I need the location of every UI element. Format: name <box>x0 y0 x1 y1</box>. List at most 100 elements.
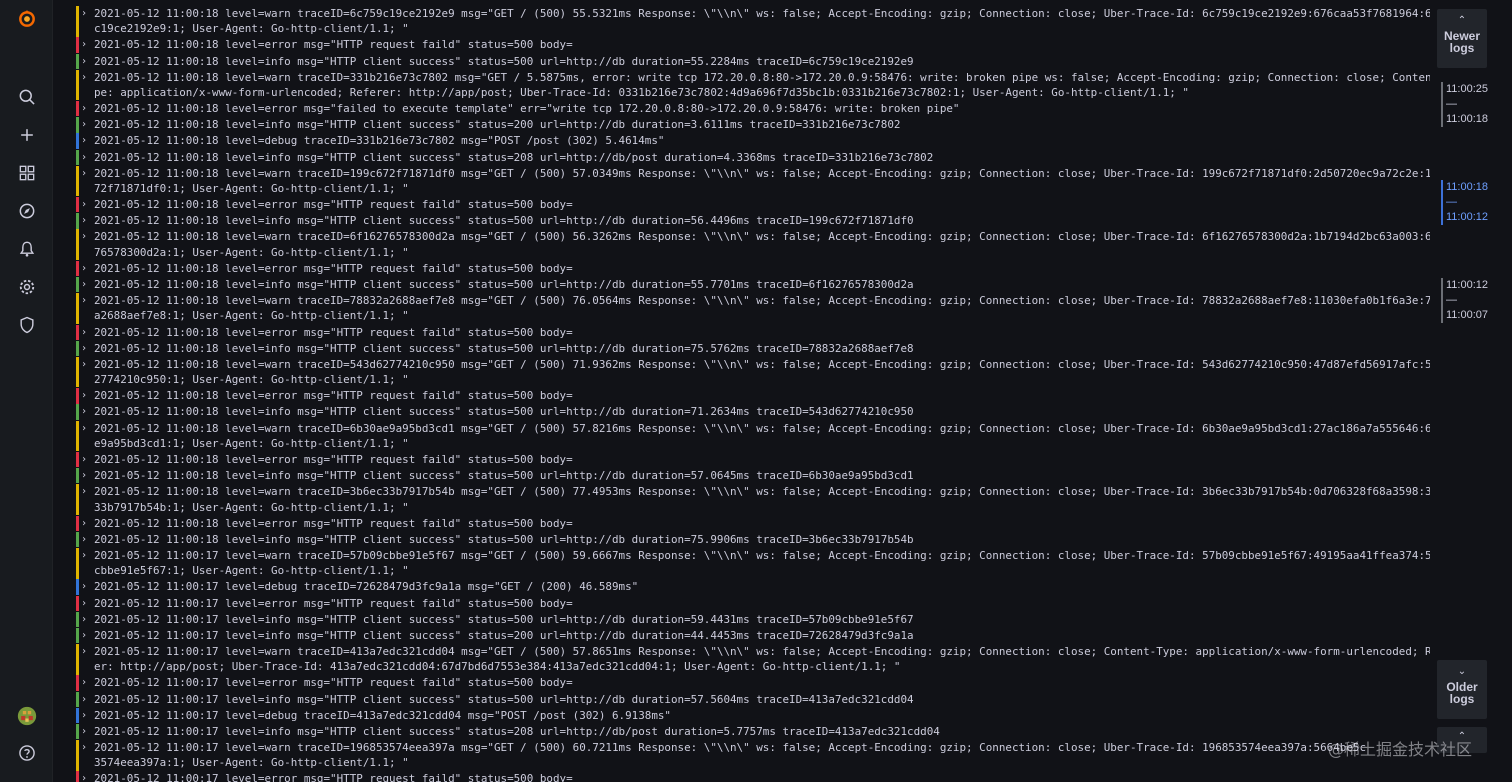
log-row[interactable]: › 2021-05-12 11:00:18 level=info msg="HTT… <box>76 53 1430 69</box>
log-row[interactable]: › 2021-05-12 11:00:17 level=error msg="HT… <box>76 595 1430 611</box>
log-row[interactable]: › 2021-05-12 11:00:17 level=error msg="HT… <box>76 675 1430 691</box>
chevron-right-icon[interactable]: › <box>81 101 91 116</box>
log-row[interactable]: › 2021-05-12 11:00:17 level=debug traceID… <box>76 579 1430 595</box>
explore-icon[interactable] <box>0 195 53 227</box>
chevron-right-icon[interactable]: › <box>81 37 91 52</box>
log-row[interactable]: › 2021-05-12 11:00:18 level=error msg="HT… <box>76 515 1430 532</box>
log-row[interactable]: › 2021-05-12 11:00:17 level=info msg="HTT… <box>76 691 1430 707</box>
log-row[interactable]: › 2021-05-12 11:00:18 level=error msg="HT… <box>76 452 1430 468</box>
log-row[interactable]: › 2021-05-12 11:00:18 level=warn traceID=… <box>76 165 1430 197</box>
alerting-icon[interactable] <box>0 233 53 265</box>
log-row[interactable]: › 2021-05-12 11:00:17 level=info msg="HTT… <box>76 723 1430 740</box>
chevron-right-icon[interactable]: › <box>81 516 91 531</box>
chevron-right-icon[interactable]: › <box>81 277 91 292</box>
log-row[interactable]: › 2021-05-12 11:00:18 level=warn traceID=… <box>76 356 1430 388</box>
log-row[interactable]: › 2021-05-12 11:00:18 level=info msg="HTT… <box>76 531 1430 548</box>
create-icon[interactable] <box>0 119 53 151</box>
log-row[interactable]: › 2021-05-12 11:00:18 level=error msg="HT… <box>76 388 1430 404</box>
log-row[interactable]: › 2021-05-12 11:00:18 level=error msg="HT… <box>76 197 1430 213</box>
chevron-right-icon[interactable]: › <box>81 229 91 244</box>
chevron-right-icon[interactable]: › <box>81 644 91 659</box>
chevron-right-icon[interactable]: › <box>81 388 91 403</box>
log-row[interactable]: › 2021-05-12 11:00:18 level=error msg="HT… <box>76 37 1430 53</box>
chevron-right-icon[interactable]: › <box>81 117 91 132</box>
log-line-text: 2021-05-12 11:00:18 level=error msg="HTT… <box>94 261 573 275</box>
log-row[interactable]: › 2021-05-12 11:00:18 level=warn traceID=… <box>76 293 1430 324</box>
chevron-right-icon[interactable]: › <box>81 357 91 372</box>
chevron-right-icon[interactable]: › <box>81 197 91 212</box>
chevron-right-icon[interactable]: › <box>81 325 91 340</box>
log-row[interactable]: › 2021-05-12 11:00:18 level=info msg="HTT… <box>76 117 1430 133</box>
log-row[interactable]: › 2021-05-12 11:00:18 level=warn traceID=… <box>76 484 1430 515</box>
chevron-right-icon[interactable]: › <box>81 341 91 356</box>
log-level-indicator <box>76 515 79 532</box>
dashboards-icon[interactable] <box>0 157 53 189</box>
chevron-right-icon[interactable]: › <box>81 6 91 21</box>
chevron-right-icon[interactable]: › <box>81 293 91 308</box>
log-row[interactable]: › 2021-05-12 11:00:17 level=info msg="HTT… <box>76 627 1430 644</box>
time-range-item[interactable]: 11:00:12 — 11:00:07 <box>1441 278 1511 323</box>
chevron-right-icon[interactable]: › <box>81 54 91 69</box>
log-line-text: 2021-05-12 11:00:17 level=warn traceID=5… <box>94 549 1430 578</box>
log-row[interactable]: › 2021-05-12 11:00:17 level=warn traceID=… <box>76 548 1430 579</box>
chevron-right-icon[interactable]: › <box>81 133 91 148</box>
log-row[interactable]: › 2021-05-12 11:00:17 level=debug traceID… <box>76 707 1430 724</box>
chevron-right-icon[interactable]: › <box>81 579 91 594</box>
log-row[interactable]: › 2021-05-12 11:00:18 level=error msg="fa… <box>76 101 1430 117</box>
log-row[interactable]: › 2021-05-12 11:00:18 level=info msg="HTT… <box>76 404 1430 420</box>
chevron-right-icon[interactable]: › <box>81 261 91 276</box>
grafana-logo-icon[interactable] <box>0 2 53 36</box>
log-row[interactable]: › 2021-05-12 11:00:17 level=warn traceID=… <box>76 740 1430 771</box>
newer-logs-button[interactable]: ⌃ Newer logs <box>1437 9 1487 68</box>
log-row[interactable]: › 2021-05-12 11:00:18 level=info msg="HTT… <box>76 468 1430 484</box>
log-row[interactable]: › 2021-05-12 11:00:18 level=info msg="HTT… <box>76 149 1430 165</box>
log-row[interactable]: › 2021-05-12 11:00:17 level=info msg="HTT… <box>76 611 1430 628</box>
chevron-right-icon[interactable]: › <box>81 404 91 419</box>
log-row[interactable]: › 2021-05-12 11:00:18 level=error msg="HT… <box>76 324 1430 340</box>
log-row[interactable]: › 2021-05-12 11:00:18 level=debug traceID… <box>76 133 1430 149</box>
log-row[interactable]: › 2021-05-12 11:00:18 level=warn traceID=… <box>76 69 1430 101</box>
log-row[interactable]: › 2021-05-12 11:00:17 level=error msg="HT… <box>76 771 1430 782</box>
log-row[interactable]: › 2021-05-12 11:00:18 level=info msg="HTT… <box>76 277 1430 293</box>
chevron-right-icon[interactable]: › <box>81 421 91 436</box>
log-row[interactable]: › 2021-05-12 11:00:18 level=info msg="HTT… <box>76 340 1430 357</box>
chevron-right-icon[interactable]: › <box>81 484 91 499</box>
chevron-right-icon[interactable]: › <box>81 70 91 85</box>
shield-icon[interactable] <box>0 309 53 341</box>
chevron-right-icon[interactable]: › <box>81 628 91 643</box>
log-line-text: 2021-05-12 11:00:18 level=warn traceID=1… <box>94 166 1430 196</box>
log-line-text: 2021-05-12 11:00:17 level=info msg="HTTP… <box>94 724 940 738</box>
chevron-right-icon[interactable]: › <box>81 166 91 181</box>
chevron-right-icon[interactable]: › <box>81 692 91 707</box>
search-icon[interactable] <box>0 81 53 113</box>
chevron-right-icon[interactable]: › <box>81 675 91 690</box>
chevron-right-icon[interactable]: › <box>81 150 91 165</box>
chevron-right-icon[interactable]: › <box>81 532 91 547</box>
chevron-right-icon[interactable]: › <box>81 771 91 782</box>
log-row[interactable]: › 2021-05-12 11:00:18 level=warn traceID=… <box>76 420 1430 452</box>
log-row[interactable]: › 2021-05-12 11:00:18 level=warn traceID=… <box>76 229 1430 261</box>
time-range-item[interactable]: 11:00:18 — 11:00:12 <box>1441 180 1511 225</box>
log-line-text: 2021-05-12 11:00:18 level=info msg="HTTP… <box>94 214 914 228</box>
chevron-right-icon[interactable]: › <box>81 724 91 739</box>
log-row[interactable]: › 2021-05-12 11:00:18 level=error msg="HT… <box>76 260 1430 277</box>
log-level-indicator <box>76 340 79 357</box>
chevron-right-icon[interactable]: › <box>81 612 91 627</box>
chevron-right-icon[interactable]: › <box>81 468 91 483</box>
chevron-right-icon[interactable]: › <box>81 708 91 723</box>
chevron-right-icon[interactable]: › <box>81 596 91 611</box>
chevron-right-icon[interactable]: › <box>81 548 91 563</box>
time-range-item[interactable]: 11:00:25 — 11:00:18 <box>1441 82 1511 127</box>
chevron-right-icon[interactable]: › <box>81 213 91 228</box>
chevron-right-icon[interactable]: › <box>81 740 91 755</box>
newer-logs-label: Newer logs <box>1443 29 1481 55</box>
configuration-icon[interactable] <box>0 271 53 303</box>
log-row[interactable]: › 2021-05-12 11:00:18 level=warn traceID=… <box>76 6 1430 37</box>
older-logs-button[interactable]: ⌄ Older logs <box>1437 660 1487 719</box>
help-icon[interactable] <box>0 737 53 769</box>
chevron-right-icon[interactable]: › <box>81 452 91 467</box>
log-row[interactable]: › 2021-05-12 11:00:18 level=info msg="HTT… <box>76 213 1430 229</box>
log-row[interactable]: › 2021-05-12 11:00:17 level=warn traceID=… <box>76 644 1430 675</box>
log-line-text: 2021-05-12 11:00:17 level=info msg="HTTP… <box>94 612 914 626</box>
user-avatar[interactable] <box>0 700 53 732</box>
